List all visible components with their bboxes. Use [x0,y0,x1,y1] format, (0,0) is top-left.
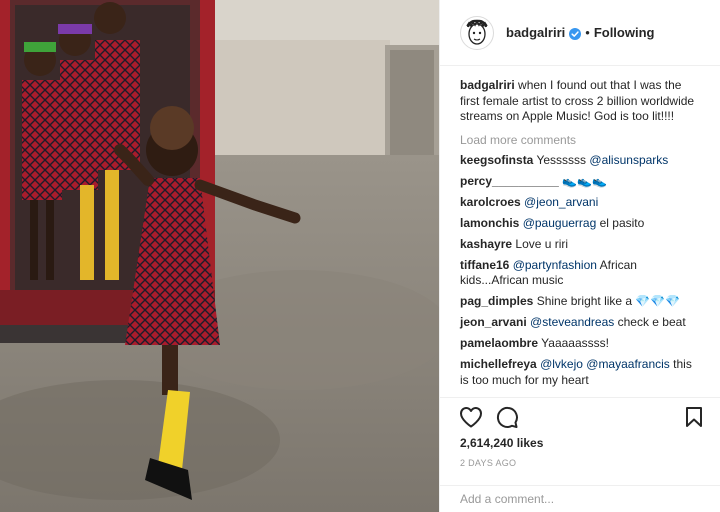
comment-item: tiffane16 @partynfashion African kids...… [460,258,700,289]
post-details-panel: badgalriri • Following badgalriri when I… [439,0,720,512]
comment-mention[interactable]: @alisunsparks [589,153,668,167]
comment-input[interactable] [460,492,700,506]
comment-item: keegsofinsta Yessssss @alisunsparks [460,153,700,169]
comment-username[interactable]: michellefreya [460,357,537,371]
post-date[interactable]: 2 DAYS AGO [440,458,720,468]
comment-item: michellefreya @lvkejo @mayaafrancis this… [460,357,700,388]
comment-text-tail: el pasito [596,215,645,230]
add-comment-bar [440,485,720,512]
comment-username[interactable]: kashayre [460,237,512,251]
comment-mention[interactable]: @lvkejo @mayaafrancis [540,357,670,371]
comment-item: karolcroes @jeon_arvani [460,195,700,211]
comment-item: lamonchis @pauguerrag el pasito [460,216,700,232]
caption-username[interactable]: badgalriri [460,78,515,92]
comment-text: 👟👟👟 [562,173,607,188]
action-icons-row [440,398,720,436]
comment-username[interactable]: keegsofinsta [460,153,533,167]
comment-mention[interactable]: @partynfashion [513,258,597,272]
comment-item: percy__________ 👟👟👟 [460,174,700,190]
comment-item: pag_dimples Shine bright like a 💎💎💎 [460,294,700,310]
comment-text: Love u riri [515,236,569,251]
video-frame [0,0,439,512]
comments-list[interactable]: badgalriri when I found out that I was t… [440,66,720,397]
heart-icon[interactable] [459,405,483,429]
post-caption: badgalriri when I found out that I was t… [460,78,700,125]
comment-bubble-icon[interactable] [495,405,519,429]
comment-mention[interactable]: @pauguerrag [523,216,597,230]
comment-username[interactable]: karolcroes [460,195,521,209]
post-actions: 2,614,240 likes 2 DAYS AGO [440,397,720,468]
header-username[interactable]: badgalriri [506,25,565,40]
comment-item: kashayre Love u riri [460,237,700,253]
comment-text: Yessssss [536,152,590,167]
like-count[interactable]: 2,614,240 likes [440,436,720,450]
comment-text-tail: check e beat [614,315,686,329]
load-more-comments-button[interactable]: Load more comments [460,133,700,147]
comment-username[interactable]: pamelaombre [460,336,538,350]
following-button[interactable]: Following [594,25,655,40]
comment-text: Shine bright like a 💎💎💎 [536,294,681,308]
comment-username[interactable]: lamonchis [460,216,519,230]
post-video[interactable] [0,0,439,512]
comment-mention[interactable]: @jeon_arvani [524,195,598,209]
verified-badge-icon [569,27,582,40]
comment-text: Yaaaaassss! [541,336,609,350]
comment-username[interactable]: pag_dimples [460,294,533,308]
comment-username[interactable]: percy__________ [460,174,559,188]
comment-item: pamelaombre Yaaaaassss! [460,336,700,352]
comment-username[interactable]: tiffane16 [460,258,509,272]
post-header: badgalriri • Following [440,0,720,66]
header-separator: • [585,25,590,40]
comment-username[interactable]: jeon_arvani [460,315,527,329]
comment-mention[interactable]: @steveandreas [530,315,614,329]
avatar[interactable] [460,15,494,50]
profile-drawing-icon [466,18,488,45]
comment-item: jeon_arvani @steveandreas check e beat [460,315,700,331]
bookmark-icon[interactable] [683,405,705,429]
